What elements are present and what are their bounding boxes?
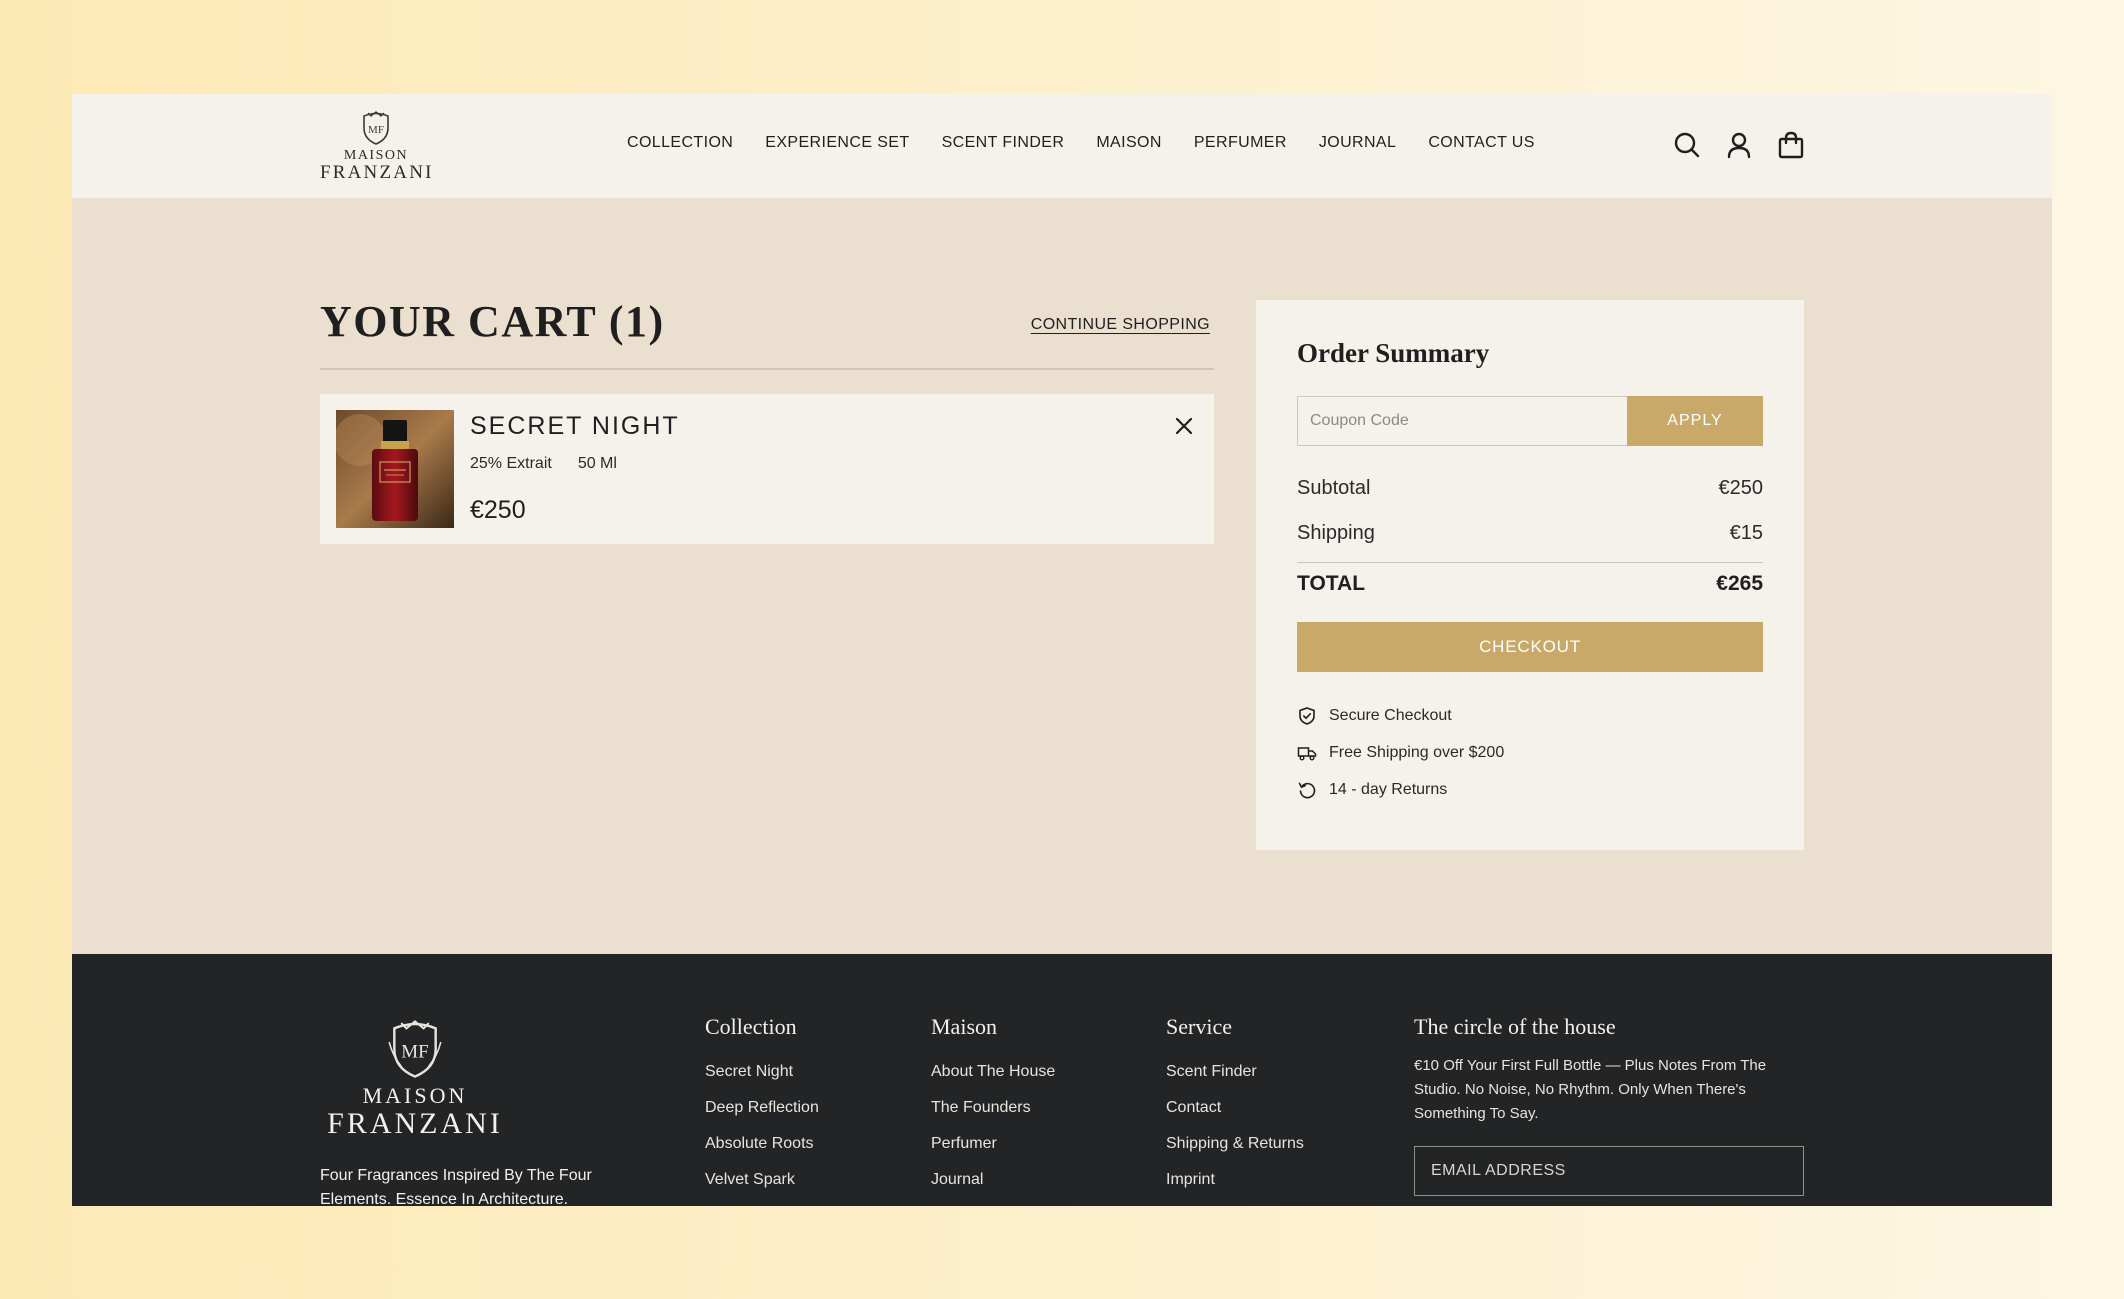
order-summary-title: Order Summary: [1297, 338, 1490, 368]
subtotal-label: Subtotal: [1297, 477, 1371, 499]
close-icon[interactable]: [1172, 414, 1196, 438]
newsletter: The circle of the house €10 Off Your Fir…: [1414, 1014, 1804, 1196]
search-icon[interactable]: [1672, 130, 1702, 160]
logo-monogram: MF: [368, 124, 384, 136]
crest-icon: MF: [363, 111, 389, 145]
nav-item-journal[interactable]: JOURNAL: [1319, 134, 1396, 152]
footer-link[interactable]: Journal: [931, 1162, 1055, 1198]
footer-logo[interactable]: MF MAISON FRANZANI: [320, 1018, 510, 1140]
product-size: 50 Ml: [577, 455, 617, 472]
subtotal-value: €250: [1718, 477, 1764, 499]
perk-label: 14 - day Returns: [1329, 781, 1448, 798]
order-summary: Order Summary APPLY Subtotal €250 Shippi…: [1256, 300, 1804, 850]
site-footer: MF MAISON FRANZANI Four Fragrances Inspi…: [72, 954, 2052, 1206]
footer-col-title: Maison: [931, 1014, 997, 1039]
product-meta: 25% Extrait 50 Ml: [470, 455, 617, 473]
nav-item-collection[interactable]: COLLECTION: [627, 134, 733, 152]
newsletter-text: €10 Off Your First Full Bottle — Plus No…: [1414, 1057, 1767, 1122]
total-row: TOTAL €265: [1297, 572, 1763, 596]
nav-item-maison[interactable]: MAISON: [1096, 134, 1162, 152]
perk-label: Free Shipping over $200: [1329, 744, 1505, 761]
total-value: €265: [1716, 572, 1763, 595]
shield-check-icon: [1297, 706, 1317, 726]
footer-link[interactable]: Velvet Spark: [705, 1162, 819, 1198]
main-nav: COLLECTION EXPERIENCE SET SCENT FINDER M…: [627, 134, 1535, 152]
shipping-value: €15: [1729, 522, 1763, 544]
header-actions: [1672, 130, 1806, 160]
user-icon[interactable]: [1724, 130, 1754, 160]
footer-logo-text-top: MAISON: [362, 1083, 468, 1108]
footer-link[interactable]: The Founders: [931, 1090, 1055, 1126]
product-price: €250: [470, 496, 526, 524]
footer-link[interactable]: Deep Reflection: [705, 1090, 819, 1126]
footer-col-service: Service Scent Finder Contact Shipping & …: [1166, 1014, 1304, 1198]
coupon-form: APPLY: [1297, 396, 1763, 446]
coupon-input[interactable]: [1297, 396, 1627, 446]
footer-link[interactable]: Shipping & Returns: [1166, 1126, 1304, 1162]
email-field[interactable]: [1414, 1146, 1804, 1196]
checkout-button[interactable]: CHECKOUT: [1297, 622, 1763, 672]
nav-item-contact-us[interactable]: CONTACT US: [1428, 134, 1535, 152]
footer-col-title: Collection: [705, 1014, 797, 1039]
footer-link[interactable]: Imprint: [1166, 1162, 1304, 1198]
perk-label: Secure Checkout: [1329, 707, 1452, 724]
footer-col-collection: Collection Secret Night Deep Reflection …: [705, 1014, 819, 1198]
brand-logo[interactable]: MF MAISON FRANZANI: [320, 110, 432, 183]
product-concentration: 25% Extrait: [470, 455, 552, 472]
footer-col-maison: Maison About The House The Founders Perf…: [931, 1014, 1055, 1198]
perk-returns: 14 - day Returns: [1297, 780, 1447, 800]
footer-link[interactable]: Contact: [1166, 1090, 1304, 1126]
perk-secure-checkout: Secure Checkout: [1297, 706, 1452, 726]
shopping-bag-icon[interactable]: [1776, 130, 1806, 160]
cart-title: YOUR CART (1): [320, 297, 665, 346]
continue-shopping-link[interactable]: CONTINUE SHOPPING: [1031, 316, 1210, 334]
footer-link[interactable]: Scent Finder: [1166, 1054, 1304, 1090]
cart-item: SECRET NIGHT 25% Extrait 50 Ml €250: [320, 394, 1214, 544]
truck-icon: [1297, 743, 1317, 763]
return-icon: [1297, 780, 1317, 800]
summary-divider: [1297, 562, 1763, 563]
footer-link[interactable]: About The House: [931, 1054, 1055, 1090]
crest-icon: MF: [388, 1020, 442, 1078]
cart-divider: [320, 368, 1214, 370]
footer-tagline: Four Fragrances Inspired By The Four Ele…: [320, 1167, 592, 1206]
product-name[interactable]: SECRET NIGHT: [470, 412, 680, 441]
total-label: TOTAL: [1297, 572, 1366, 595]
footer-logo-monogram: MF: [401, 1042, 428, 1063]
subtotal-row: Subtotal €250: [1297, 477, 1763, 500]
product-image[interactable]: [336, 410, 454, 528]
footer-link[interactable]: Secret Night: [705, 1054, 819, 1090]
page-frame: MF MAISON FRANZANI COLLECTION EXPERIENCE…: [72, 94, 2052, 1206]
shipping-row: Shipping €15: [1297, 522, 1763, 545]
nav-item-experience-set[interactable]: EXPERIENCE SET: [765, 134, 909, 152]
footer-col-title: Service: [1166, 1014, 1232, 1039]
logo-text-bottom: FRANZANI: [320, 162, 434, 183]
nav-item-perfumer[interactable]: PERFUMER: [1194, 134, 1287, 152]
footer-link[interactable]: Absolute Roots: [705, 1126, 819, 1162]
footer-logo-text-bottom: FRANZANI: [327, 1107, 503, 1140]
perk-free-shipping: Free Shipping over $200: [1297, 743, 1504, 763]
site-header: MF MAISON FRANZANI COLLECTION EXPERIENCE…: [72, 94, 2052, 198]
nav-item-scent-finder[interactable]: SCENT FINDER: [942, 134, 1065, 152]
footer-link[interactable]: Perfumer: [931, 1126, 1055, 1162]
shipping-label: Shipping: [1297, 522, 1375, 544]
newsletter-title: The circle of the house: [1414, 1014, 1616, 1039]
apply-coupon-button[interactable]: APPLY: [1627, 396, 1763, 446]
logo-text-top: MAISON: [343, 148, 409, 163]
